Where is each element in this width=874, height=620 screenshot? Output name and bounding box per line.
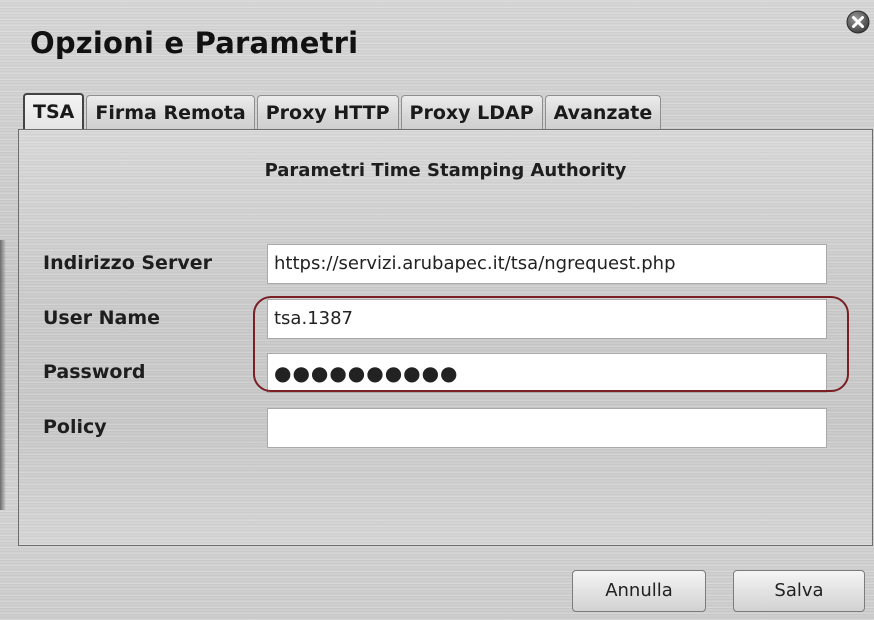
tsa-panel: Parametri Time Stamping Authority Indiri… — [18, 129, 873, 546]
tab-proxy-http[interactable]: Proxy HTTP — [256, 95, 399, 129]
window-edge-shadow — [0, 240, 6, 510]
policy-label: Policy — [43, 416, 107, 438]
dialog-title: Opzioni e Parametri — [30, 26, 359, 60]
tab-firma-remota[interactable]: Firma Remota — [86, 95, 255, 129]
password-label: Password — [43, 361, 146, 383]
save-button[interactable]: Salva — [733, 570, 865, 612]
cancel-button[interactable]: Annulla — [572, 570, 706, 612]
tab-bar: TSA Firma Remota Proxy HTTP Proxy LDAP A… — [23, 93, 663, 129]
tab-proxy-ldap[interactable]: Proxy LDAP — [400, 95, 543, 129]
server-label: Indirizzo Server — [43, 252, 212, 274]
username-label: User Name — [43, 307, 161, 329]
username-field[interactable]: tsa.1387 — [267, 299, 827, 339]
tab-avanzate[interactable]: Avanzate — [544, 95, 662, 129]
close-icon[interactable] — [846, 10, 870, 34]
tab-tsa[interactable]: TSA — [23, 93, 85, 129]
options-dialog: Opzioni e Parametri TSA Firma Remota Pro… — [0, 0, 874, 620]
section-title: Parametri Time Stamping Authority — [264, 160, 627, 181]
password-field[interactable]: ●●●●●●●●●● — [267, 353, 827, 393]
policy-field[interactable] — [267, 408, 827, 448]
server-field[interactable]: https://servizi.arubapec.it/tsa/ngreques… — [267, 244, 827, 284]
